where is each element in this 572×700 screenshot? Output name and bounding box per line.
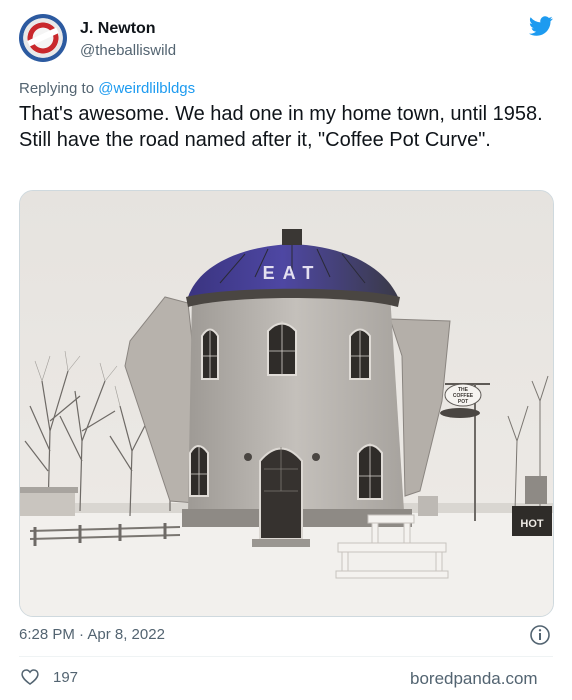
reply-prefix: Replying to xyxy=(19,80,95,97)
author-name[interactable]: J. Newton xyxy=(80,20,156,38)
tweet-photo[interactable]: EAT THE COFFEE POT HOT xyxy=(19,190,554,617)
twitter-bird-icon[interactable] xyxy=(527,14,555,38)
info-icon[interactable] xyxy=(529,624,551,646)
tweet-timestamp[interactable]: 6:28 PM · Apr 8, 2022 xyxy=(19,626,165,643)
reply-handle-link[interactable]: @weirdlilbldgs xyxy=(98,80,195,97)
divider xyxy=(19,656,553,657)
source-watermark: boredpanda.com xyxy=(410,669,538,688)
hanging-sign-line3: POT xyxy=(458,399,468,405)
author-avatar[interactable] xyxy=(19,14,67,62)
heart-icon[interactable] xyxy=(20,667,40,687)
reply-context: Replying to @weirdlilbldgs xyxy=(19,80,195,97)
tweet-text: That's awesome. We had one in my home to… xyxy=(19,103,543,151)
author-handle[interactable]: @theballiswild xyxy=(80,42,176,59)
road-sign-text: HOT xyxy=(520,518,544,530)
roof-sign-text: EAT xyxy=(263,263,322,283)
like-count[interactable]: 197 xyxy=(53,669,78,686)
